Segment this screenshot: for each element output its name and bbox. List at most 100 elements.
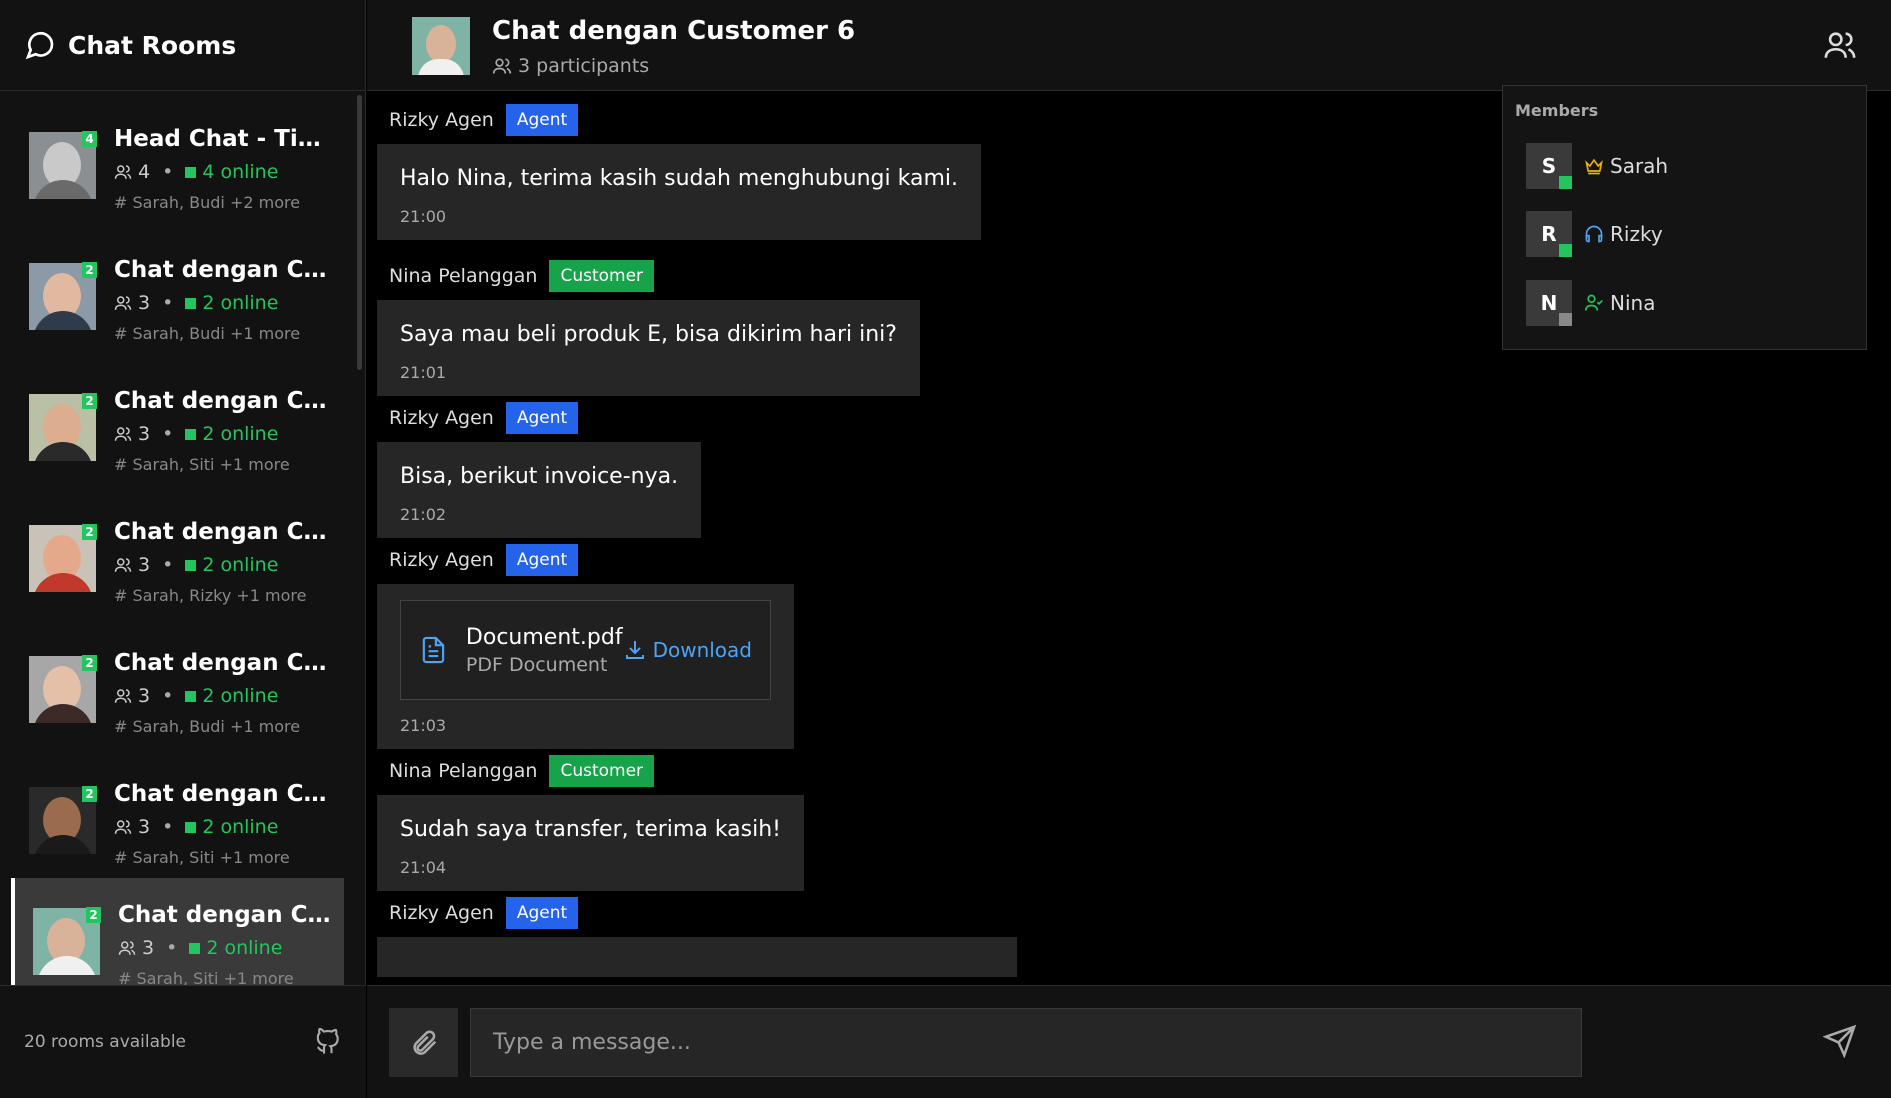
room-list-scrollbar[interactable] xyxy=(357,95,362,370)
message-bubble: Sudah saya transfer, terima kasih! 21:04 xyxy=(377,795,804,891)
participant-count: 3 xyxy=(138,554,151,576)
online-indicator xyxy=(189,942,201,954)
member-item[interactable]: S Sarah xyxy=(1526,143,1668,189)
online-indicator xyxy=(185,690,197,702)
role-badge: Customer xyxy=(549,260,655,292)
github-icon[interactable] xyxy=(314,1028,342,1056)
chat-title: Chat dengan Customer 6 xyxy=(492,16,856,46)
room-name: Chat dengan Customer 6 xyxy=(118,902,338,928)
sidebar: Chat Rooms 4 Head Chat - Tim Penjualan 4… xyxy=(0,0,366,1098)
separator-dot: • xyxy=(162,816,174,838)
headset-icon xyxy=(1585,225,1603,243)
participant-count: 3 xyxy=(138,292,151,314)
message-time: 21:03 xyxy=(400,716,447,735)
separator-dot: • xyxy=(162,685,174,707)
chat-header: Chat dengan Customer 6 3 participants xyxy=(367,0,1891,91)
room-name: Chat dengan Customer 5 xyxy=(114,781,334,807)
room-meta: 3 • 2 online xyxy=(114,816,278,838)
participant-count: 3 xyxy=(142,937,155,959)
online-count: 2 online xyxy=(202,292,279,314)
member-item[interactable]: R Rizky xyxy=(1526,211,1663,257)
avatar: N xyxy=(1526,280,1572,326)
message-bubble xyxy=(377,937,1017,977)
separator-dot: • xyxy=(162,292,174,314)
file-name: Document.pdf xyxy=(465,624,623,650)
unread-badge: 2 xyxy=(86,907,101,923)
member-name: Rizky xyxy=(1610,222,1663,246)
room-members-text: Sarah, Budi +1 more xyxy=(132,717,301,736)
online-indicator xyxy=(185,559,197,571)
sidebar-title: Chat Rooms xyxy=(68,30,237,60)
room-item[interactable]: 2 Chat dengan Customer 2 3 • 2 online # … xyxy=(0,354,366,485)
unread-badge: 2 xyxy=(82,393,97,409)
participant-count: 3 xyxy=(138,685,151,707)
file-info: Document.pdf PDF Document xyxy=(466,625,623,676)
online-count: 2 online xyxy=(202,685,279,707)
room-item-active[interactable]: 2 Chat dengan Customer 6 3 • 2 online # … xyxy=(11,878,344,985)
message-text: Sudah saya transfer, terima kasih! xyxy=(400,817,781,842)
unread-badge: 2 xyxy=(82,262,97,278)
online-indicator xyxy=(185,166,197,178)
online-indicator xyxy=(185,428,197,440)
message: Nina Pelanggan Customer Sudah saya trans… xyxy=(377,753,1891,891)
download-button[interactable]: Download xyxy=(623,638,752,662)
room-item[interactable]: 4 Head Chat - Tim Penjualan 4 • 4 online… xyxy=(0,92,366,223)
member-name: Sarah xyxy=(1610,154,1669,178)
participant-count: 3 xyxy=(138,423,151,445)
hash-icon: # xyxy=(114,586,128,605)
hash-icon: # xyxy=(118,969,132,985)
sender-name: Nina Pelanggan xyxy=(389,265,538,287)
users-icon xyxy=(492,58,512,74)
status-online xyxy=(1559,176,1572,189)
room-members-text: Sarah, Budi +1 more xyxy=(132,324,301,343)
unread-badge: 2 xyxy=(82,524,97,540)
member-item[interactable]: N Nina xyxy=(1526,280,1655,326)
message-input[interactable] xyxy=(470,1008,1582,1077)
room-members: # Sarah, Rizky +1 more xyxy=(114,586,306,605)
sender-name: Rizky Agen xyxy=(389,902,494,924)
message-time: 21:02 xyxy=(400,505,447,524)
room-item[interactable]: 2 Chat dengan Customer 1 3 • 2 online # … xyxy=(0,223,366,354)
message-bubble: Halo Nina, terima kasih sudah menghubung… xyxy=(377,144,981,240)
participant-count: 4 xyxy=(138,161,151,183)
users-icon xyxy=(114,820,132,834)
download-label: Download xyxy=(652,638,752,662)
sender-name: Rizky Agen xyxy=(389,549,494,571)
message-time: 21:00 xyxy=(400,207,447,226)
avatar xyxy=(412,17,470,75)
hash-icon: # xyxy=(114,717,128,736)
members-title: Members xyxy=(1515,101,1599,120)
file-attachment[interactable]: Document.pdf PDF Document Download xyxy=(400,600,771,700)
room-members-text: Sarah, Budi +2 more xyxy=(132,193,301,212)
room-item[interactable]: 2 Chat dengan Customer 3 3 • 2 online # … xyxy=(0,485,366,616)
message: Rizky Agen Agent Document.pdf PDF Docume… xyxy=(377,542,1891,749)
room-item[interactable]: 2 Chat dengan Customer 5 3 • 2 online # … xyxy=(0,747,366,878)
users-icon xyxy=(114,427,132,441)
room-item[interactable]: 2 Chat dengan Customer 4 3 • 2 online # … xyxy=(0,616,366,747)
participants-label: 3 participants xyxy=(518,55,650,77)
role-badge: Agent xyxy=(505,402,579,434)
room-name: Chat dengan Customer 2 xyxy=(114,388,334,414)
room-meta: 4 • 4 online xyxy=(114,161,278,183)
room-members-text: Sarah, Siti +1 more xyxy=(136,969,294,985)
message-text: Bisa, berikut invoice-nya. xyxy=(400,464,679,489)
message-bubble: Saya mau beli produk E, bisa dikirim har… xyxy=(377,300,920,396)
hash-icon: # xyxy=(114,324,128,343)
role-badge: Agent xyxy=(505,544,579,576)
message-sender: Rizky Agen Agent xyxy=(377,542,1891,578)
file-icon xyxy=(422,636,445,664)
attach-button[interactable] xyxy=(389,1008,458,1077)
message-sender: Nina Pelanggan Customer xyxy=(377,753,1891,789)
sender-name: Rizky Agen xyxy=(389,407,494,429)
sidebar-footer: 20 rooms available xyxy=(0,985,366,1098)
message-time: 21:01 xyxy=(400,363,447,382)
send-icon[interactable] xyxy=(1823,1024,1857,1058)
online-count: 2 online xyxy=(202,423,279,445)
room-meta: 3 • 2 online xyxy=(114,554,278,576)
member-name: Nina xyxy=(1610,291,1656,315)
room-list: 4 Head Chat - Tim Penjualan 4 • 4 online… xyxy=(0,92,366,985)
members-toggle-icon[interactable] xyxy=(1823,28,1857,62)
chat-bubble-icon xyxy=(25,32,54,60)
room-meta: 3 • 2 online xyxy=(114,423,278,445)
message-time: 21:04 xyxy=(400,858,447,877)
